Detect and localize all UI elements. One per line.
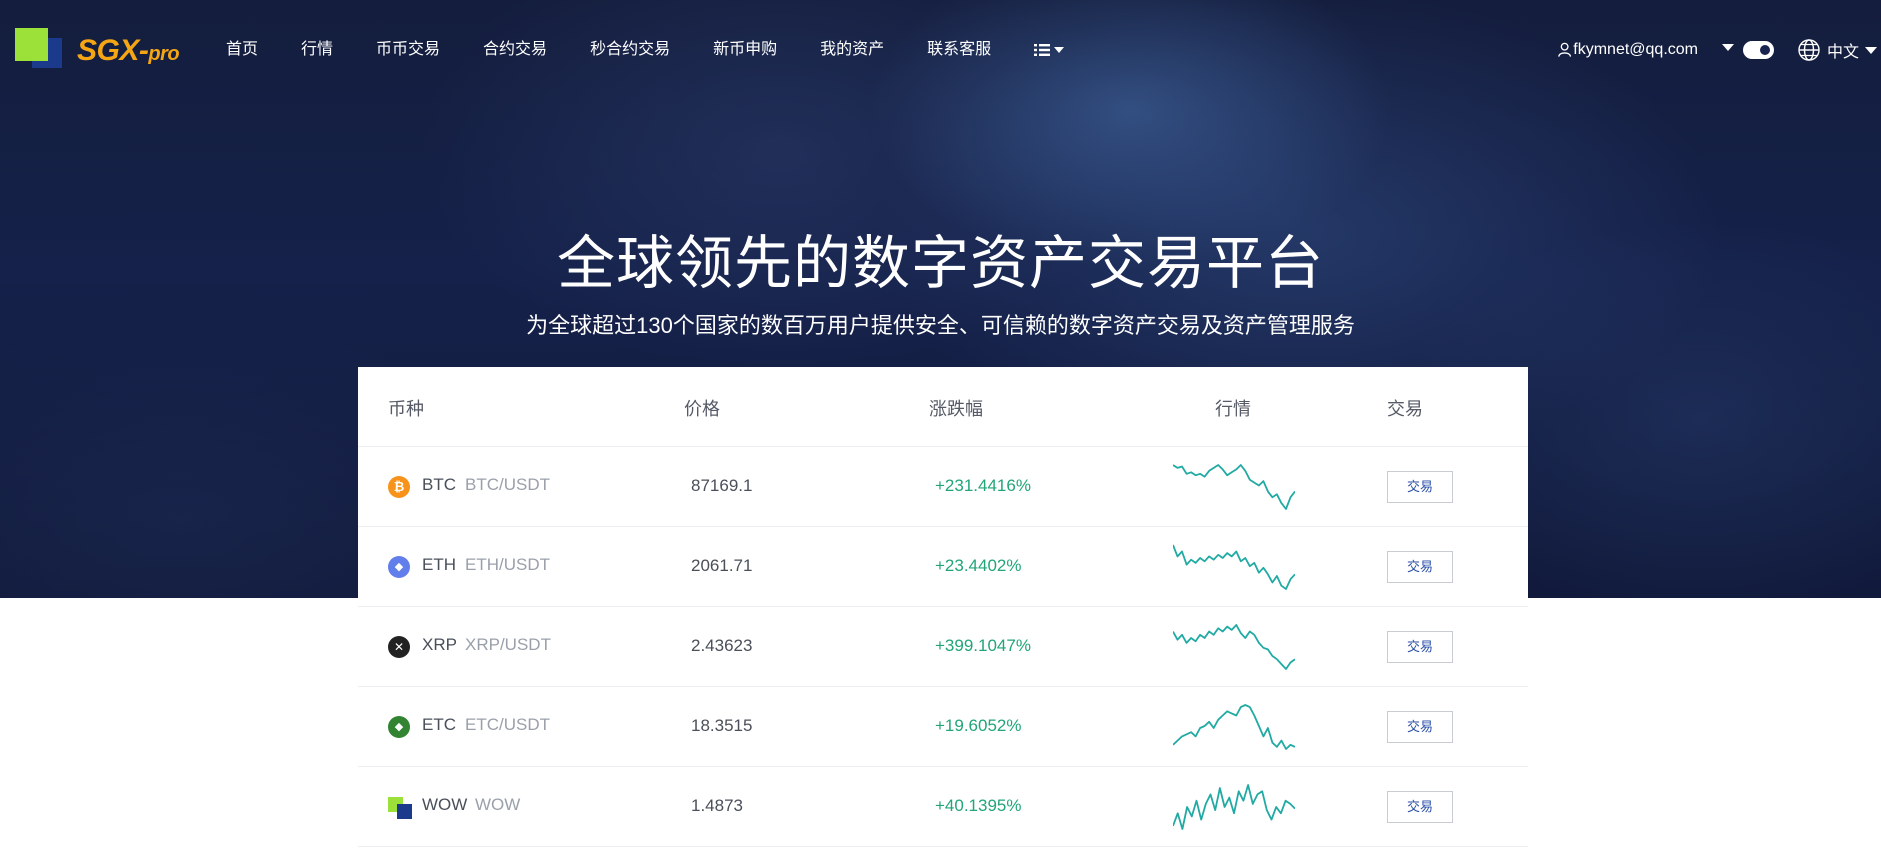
nav-item-spot-trading[interactable]: 币币交易 [376,38,440,62]
sparkline-path [1173,704,1295,750]
table-row[interactable]: ◆ ETC ETC/USDT 18.3515 +19.6052% 交易 [358,687,1528,767]
coin-price: 1.4873 [691,796,743,815]
column-header-price: 价格 [684,399,720,419]
nav-item-market[interactable]: 行情 [301,38,333,62]
coin-price: 2061.71 [691,556,753,575]
trend-sparkline [1173,784,1295,830]
caret-down-icon [1054,47,1065,53]
wow-logo-icon [388,797,412,819]
sparkline-path [1173,784,1295,830]
trade-button[interactable]: 交易 [1387,711,1453,743]
trade-button[interactable]: 交易 [1387,631,1453,663]
coin-price: 87169.1 [691,476,753,495]
coin-price: 18.3515 [691,716,753,735]
toggle-knob [1760,45,1770,55]
language-label: 中文 [1827,44,1860,61]
trend-sparkline [1173,464,1295,510]
coin-pair: ETC/USDT [465,715,550,734]
coin-change: +40.1395% [935,796,1022,815]
coin-pair: WOW [475,795,521,814]
ethereum-icon: ◆ [388,556,410,578]
sparkline-path [1173,544,1295,590]
list-icon [1034,44,1051,56]
coin-symbol: XRP [422,635,457,654]
hero-subtitle: 为全球超过130个国家的数百万用户提供安全、可信赖的数字资产交易及资产管理服务 [526,313,1355,338]
column-header-coin: 币种 [388,399,424,419]
main-nav: 首页 行情 币币交易 合约交易 秒合约交易 新币申购 我的资产 联系客服 [226,38,1107,62]
coin-change: +399.1047% [935,636,1031,655]
table-row[interactable]: WOW WOW 1.4873 +40.1395% 交易 [358,767,1528,847]
top-header: SGX-pro 首页 行情 币币交易 合约交易 秒合约交易 新币申购 我的资产 … [0,0,1881,100]
caret-down-icon [1865,46,1878,54]
sparkline-path [1173,464,1295,510]
coin-symbol: WOW [422,795,468,814]
nav-item-customer-service[interactable]: 联系客服 [927,38,991,62]
trend-sparkline [1173,704,1295,750]
column-header-trade: 交易 [1387,399,1423,419]
logo-square-light [15,28,48,61]
language-selector[interactable]: 中文 [1797,38,1878,62]
coin-pair: XRP/USDT [465,635,551,654]
trend-sparkline [1173,624,1295,670]
bitcoin-icon: ₿ [388,476,410,498]
coin-pair: BTC/USDT [465,475,550,494]
ethereum-classic-icon: ◆ [388,716,410,738]
user-email: fkymnet@qq.com [1573,41,1698,58]
column-header-trend: 行情 [1215,399,1251,419]
trend-sparkline [1173,544,1295,590]
coin-change: +19.6052% [935,716,1022,735]
coin-symbol: ETH [422,555,456,574]
trade-button[interactable]: 交易 [1387,551,1453,583]
trade-button[interactable]: 交易 [1387,471,1453,503]
nav-item-second-contract[interactable]: 秒合约交易 [590,38,670,62]
nav-item-my-assets[interactable]: 我的资产 [820,38,884,62]
coin-symbol: ETC [422,715,456,734]
user-dropdown-caret-icon[interactable] [1722,44,1734,51]
coin-change: +231.4416% [935,476,1031,495]
globe-icon [1798,39,1820,61]
column-header-change: 涨跌幅 [929,399,983,419]
table-row[interactable]: ◆ ETH ETH/USDT 2061.71 +23.4402% 交易 [358,527,1528,607]
table-row[interactable]: ₿ BTC BTC/USDT 87169.1 +231.4416% 交易 [358,447,1528,527]
user-account[interactable]: fkymnet@qq.com [1558,38,1698,62]
hero-title: 全球领先的数字资产交易平台 [556,231,1324,296]
coin-price: 2.43623 [691,636,753,655]
theme-toggle[interactable] [1743,41,1774,59]
coin-symbol: BTC [422,475,456,494]
logo-wordmark: SGX-pro [77,34,180,67]
trade-button[interactable]: 交易 [1387,791,1453,823]
coin-change: +23.4402% [935,556,1022,575]
xrp-icon: ✕ [388,636,410,658]
nav-item-new-coin-subscription[interactable]: 新币申购 [713,38,777,62]
market-table-header: 币种 价格 涨跌幅 行情 交易 [358,367,1528,447]
nav-item-contract-trading[interactable]: 合约交易 [483,38,547,62]
market-table: 币种 价格 涨跌幅 行情 交易 ₿ BTC BTC/USDT 87169.1 +… [358,367,1528,866]
table-row[interactable]: ✕ XRP XRP/USDT 2.43623 +399.1047% 交易 [358,607,1528,687]
coin-pair: ETH/USDT [465,555,550,574]
nav-more-menu[interactable] [1034,38,1065,62]
site-logo[interactable]: SGX-pro [15,28,195,74]
nav-item-home[interactable]: 首页 [226,38,258,62]
sparkline-path [1173,624,1295,670]
user-icon [1558,42,1572,57]
